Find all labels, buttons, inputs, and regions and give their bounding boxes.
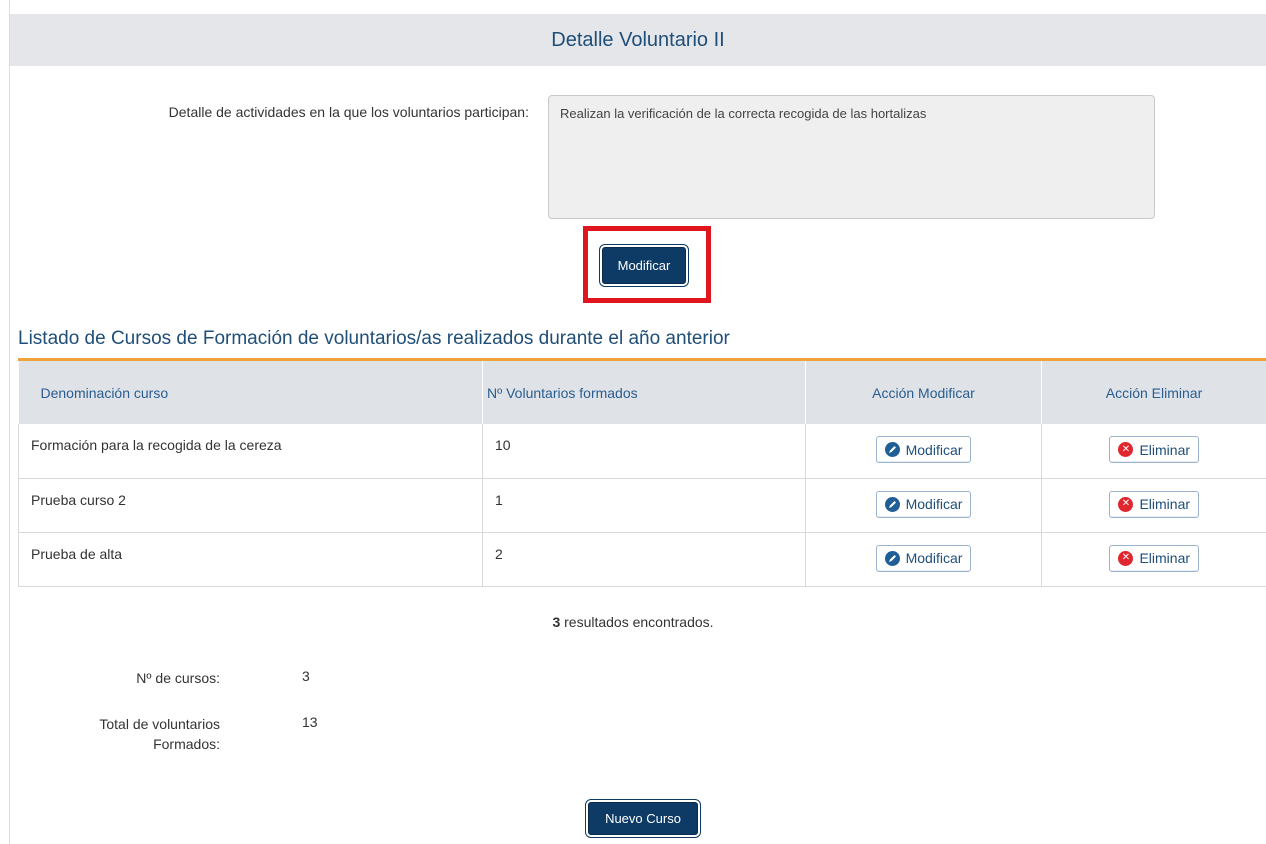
table-row: Formación para la recogida de la cereza … xyxy=(18,424,1266,479)
modify-course-label: Modificar xyxy=(905,441,963,458)
delete-icon: ✕ xyxy=(1118,496,1134,512)
page-header: Detalle Voluntario II xyxy=(10,14,1266,66)
activity-textarea[interactable]: Realizan la verificación de la correcta … xyxy=(548,95,1155,219)
modify-cell: Modificar xyxy=(805,478,1042,533)
modify-cell: Modificar xyxy=(805,424,1042,479)
courses-table: Denominación curso Nº Voluntarios formad… xyxy=(18,361,1266,587)
courses-section-title: Listado de Cursos de Formación de volunt… xyxy=(18,328,730,349)
course-name-cell: Prueba curso 2 xyxy=(18,478,483,533)
table-row: Prueba curso 2 1 Modificar ✕ Eliminar xyxy=(18,478,1266,533)
delete-cell: ✕ Eliminar xyxy=(1041,424,1266,479)
course-count-cell: 1 xyxy=(482,478,806,533)
course-count-cell: 2 xyxy=(482,532,806,587)
column-header-count: Nº Voluntarios formados xyxy=(482,361,806,424)
new-course-button[interactable]: Nuevo Curso xyxy=(588,802,698,835)
edit-icon xyxy=(884,442,900,457)
total-volunteers-value: 13 xyxy=(302,714,318,730)
total-volunteers-label-line2: Formados: xyxy=(153,736,220,753)
edit-icon xyxy=(884,496,900,512)
results-text: resultados encontrados. xyxy=(560,614,714,630)
modify-course-label: Modificar xyxy=(905,550,963,566)
delete-icon: ✕ xyxy=(1118,442,1134,457)
delete-course-button[interactable]: ✕ Eliminar xyxy=(1109,544,1200,572)
activity-label: Detalle de actividades en la que los vol… xyxy=(168,104,529,120)
delete-course-label: Eliminar xyxy=(1139,496,1191,512)
modify-course-button[interactable]: Modificar xyxy=(875,490,972,518)
delete-course-button[interactable]: ✕ Eliminar xyxy=(1109,436,1200,463)
course-name-cell: Formación para la recogida de la cereza xyxy=(18,424,483,479)
table-row: Prueba de alta 2 Modificar ✕ Eliminar xyxy=(18,532,1266,587)
num-courses-label: Nº de cursos: xyxy=(136,670,220,686)
results-summary: 3 resultados encontrados. xyxy=(0,614,1266,630)
delete-course-label: Eliminar xyxy=(1139,550,1191,566)
delete-cell: ✕ Eliminar xyxy=(1041,532,1266,587)
course-name-cell: Prueba de alta xyxy=(18,532,483,587)
course-count-cell: 10 xyxy=(482,424,806,479)
page-title: Detalle Voluntario II xyxy=(551,28,725,51)
edit-icon xyxy=(884,550,900,566)
column-header-name: Denominación curso xyxy=(18,361,483,424)
table-header-row: Denominación curso Nº Voluntarios formad… xyxy=(18,361,1266,424)
modify-course-button[interactable]: Modificar xyxy=(875,544,972,572)
delete-icon: ✕ xyxy=(1118,550,1134,566)
column-header-modify: Acción Modificar xyxy=(805,361,1042,424)
modify-course-label: Modificar xyxy=(905,496,963,512)
total-volunteers-label: Total de voluntarios Formados: xyxy=(99,714,220,755)
modify-cell: Modificar xyxy=(805,532,1042,587)
delete-course-button[interactable]: ✕ Eliminar xyxy=(1109,490,1200,518)
total-volunteers-label-line1: Total de voluntarios xyxy=(99,716,220,732)
delete-cell: ✕ Eliminar xyxy=(1041,478,1266,533)
modify-course-button[interactable]: Modificar xyxy=(875,436,972,463)
column-header-delete: Acción Eliminar xyxy=(1041,361,1266,424)
modify-activity-button[interactable]: Modificar xyxy=(602,247,686,284)
num-courses-value: 3 xyxy=(302,668,310,684)
delete-course-label: Eliminar xyxy=(1139,441,1191,458)
